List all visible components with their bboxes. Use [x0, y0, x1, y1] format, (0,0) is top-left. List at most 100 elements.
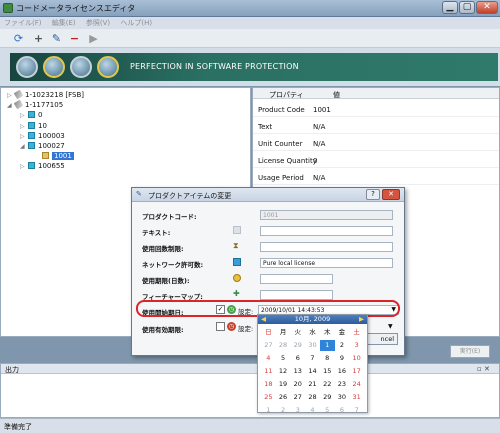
view-icon-1[interactable] — [16, 56, 38, 78]
refresh-icon[interactable]: ⟳ — [12, 32, 25, 45]
help-button[interactable]: ? — [366, 189, 380, 200]
property-header: プロパティ 値 — [253, 88, 499, 99]
calendar-day[interactable]: 25 — [261, 392, 276, 403]
view-icon-2[interactable] — [43, 56, 65, 78]
add-icon[interactable]: + — [32, 32, 45, 45]
calendar-day[interactable]: 12 — [276, 366, 291, 377]
calendar-day[interactable]: 7 — [349, 405, 364, 416]
calendar-day[interactable]: 5 — [276, 353, 291, 364]
calendar-day[interactable]: 29 — [290, 340, 305, 351]
calendar-month: 10月, 2009 — [294, 315, 331, 323]
puzzle-icon: ✚ — [233, 289, 240, 298]
calendar-day[interactable]: 8 — [320, 353, 335, 364]
expiration-checkbox[interactable] — [216, 322, 225, 331]
clock-icon — [233, 274, 241, 282]
menu-edit[interactable]: 編集(E) — [48, 17, 80, 28]
calendar-day[interactable]: 4 — [305, 405, 320, 416]
calendar-day[interactable]: 31 — [349, 392, 364, 403]
calendar-day[interactable]: 4 — [261, 353, 276, 364]
banner-strip: PERFECTION IN SOFTWARE PROTECTION — [10, 53, 498, 81]
wrench-icon[interactable]: ✎ — [50, 32, 63, 45]
calendar-day[interactable]: 28 — [276, 340, 291, 351]
cancel-button[interactable]: ncel — [363, 333, 398, 345]
calendar-day[interactable]: 23 — [335, 379, 350, 390]
property-row[interactable]: Product Code 1001 — [253, 102, 499, 117]
calendar-day[interactable]: 21 — [305, 379, 320, 390]
property-row[interactable]: Usage Period N/A — [253, 170, 499, 185]
calendar-day[interactable]: 15 — [320, 366, 335, 377]
usage-period-field[interactable] — [260, 274, 333, 284]
calendar-day[interactable]: 20 — [290, 379, 305, 390]
tree-item[interactable]: ▷ 10 — [20, 122, 47, 132]
tree-item[interactable]: ◢ 1-1177105 — [7, 99, 63, 111]
calendar-day[interactable]: 3 — [349, 340, 364, 351]
network-license-field[interactable]: Pure local license — [260, 258, 393, 268]
menu-help[interactable]: ヘルプ(H) — [116, 17, 156, 28]
calendar-day[interactable]: 16 — [335, 366, 350, 377]
property-row[interactable]: Unit Counter N/A — [253, 136, 499, 151]
calendar-header: ◀ 10月, 2009 ▶ — [258, 315, 367, 324]
calendar-day[interactable]: 27 — [290, 392, 305, 403]
calendar-day[interactable]: 3 — [290, 405, 305, 416]
dialog-title-bar: ✎ プロダクトアイテムの変更 ? ✕ — [132, 188, 404, 202]
chevron-down-icon[interactable]: ▼ — [388, 323, 393, 330]
network-icon — [233, 258, 241, 266]
feature-map-field[interactable] — [260, 290, 333, 300]
calendar-day[interactable]: 26 — [276, 392, 291, 403]
weekday-label: 土 — [353, 328, 360, 336]
output-header: 出力 ▫ ✕ — [1, 364, 499, 374]
usage-counter-field[interactable] — [260, 242, 393, 252]
calendar-day[interactable]: 7 — [305, 353, 320, 364]
calendar-day[interactable]: 9 — [335, 353, 350, 364]
text-field[interactable] — [260, 226, 393, 236]
calendar-day[interactable]: 27 — [261, 340, 276, 351]
calendar-day[interactable]: 24 — [349, 379, 364, 390]
view-icon-4[interactable] — [97, 56, 119, 78]
property-row[interactable]: Text N/A — [253, 119, 499, 134]
calendar-day[interactable]: 2 — [335, 340, 350, 351]
calendar-day[interactable]: 30 — [335, 392, 350, 403]
next-month-icon[interactable]: ▶ — [359, 315, 364, 324]
calendar-day[interactable]: 28 — [305, 392, 320, 403]
view-icon-3[interactable] — [70, 56, 92, 78]
calendar-day[interactable]: 14 — [305, 366, 320, 377]
calendar-day[interactable]: 11 — [261, 366, 276, 377]
weekday-label: 火 — [294, 328, 302, 336]
hourglass-icon: ⧗ — [233, 241, 239, 250]
calendar-day[interactable]: 2 — [276, 405, 291, 416]
calendar-day[interactable]: 18 — [261, 379, 276, 390]
property-row[interactable]: License Quantity 0 — [253, 153, 499, 168]
calendar-day[interactable]: 1 — [319, 340, 335, 351]
execute-button[interactable]: 実行(E) — [450, 345, 490, 358]
close-button[interactable]: ✕ — [476, 1, 498, 14]
window-title: コードメータライセンスエディタ — [16, 4, 136, 13]
calendar-day[interactable]: 6 — [335, 405, 350, 416]
calendar-day[interactable]: 22 — [320, 379, 335, 390]
calendar-day[interactable]: 19 — [276, 379, 291, 390]
pin-icon[interactable]: ▫ ✕ — [477, 365, 490, 373]
minimize-button[interactable]: ▁ — [442, 1, 458, 14]
calendar-day[interactable]: 17 — [349, 366, 364, 377]
menu-view[interactable]: 参照(V) — [82, 17, 114, 28]
calendar-day[interactable]: 10 — [349, 353, 364, 364]
prev-month-icon[interactable]: ◀ — [261, 315, 266, 324]
text-icon — [233, 226, 241, 234]
tree-item[interactable]: ▷ 100655 — [20, 162, 65, 172]
banner: PERFECTION IN SOFTWARE PROTECTION — [0, 48, 500, 86]
dialog-close-button[interactable]: ✕ — [382, 189, 400, 200]
calendar-day[interactable]: 1 — [261, 405, 276, 416]
menu-file[interactable]: ファイル(F) — [0, 17, 46, 28]
maximize-button[interactable]: ▢ — [459, 1, 475, 14]
calendar-day[interactable]: 29 — [320, 392, 335, 403]
calendar-day[interactable]: 13 — [290, 366, 305, 377]
calendar-day[interactable]: 6 — [290, 353, 305, 364]
weekday-label: 木 — [323, 328, 331, 336]
tree-item-selected[interactable]: 1001 — [34, 152, 74, 162]
tree-item[interactable]: ▷ 0 — [20, 111, 42, 121]
tree-item[interactable]: ◢ 100027 — [20, 142, 65, 152]
remove-icon[interactable]: − — [68, 32, 81, 45]
tree-item[interactable]: ▷ 100003 — [20, 132, 65, 142]
calendar-day[interactable]: 5 — [320, 405, 335, 416]
play-icon[interactable]: ▶ — [87, 32, 100, 45]
calendar-day[interactable]: 30 — [305, 340, 320, 351]
